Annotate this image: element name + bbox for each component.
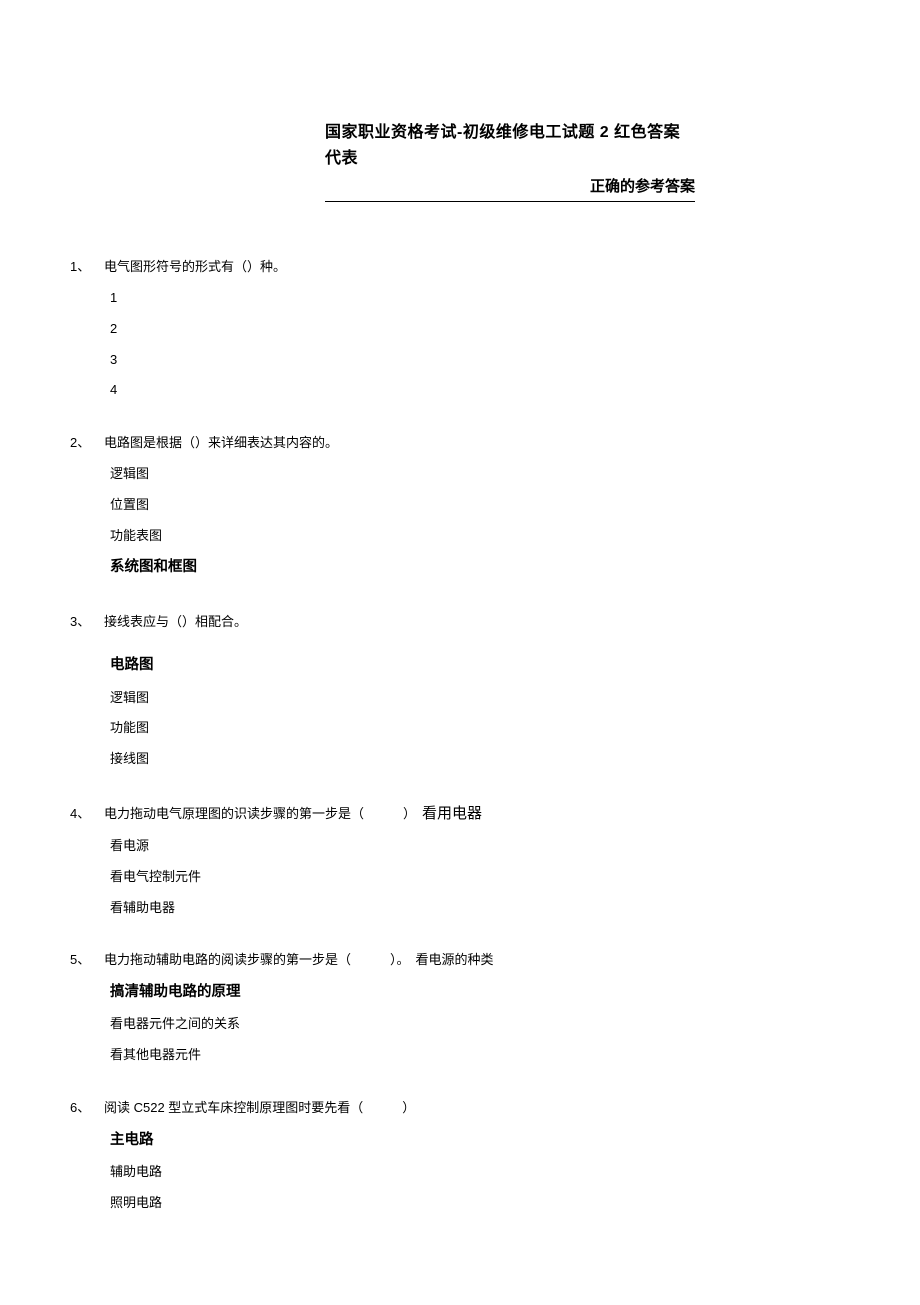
question-text: 电气图形符号的形式有（）种。: [104, 257, 286, 278]
option: 2: [110, 319, 850, 340]
option: 功能图: [110, 718, 850, 739]
option: 功能表图: [110, 526, 850, 547]
options-list: 电路图 逻辑图 功能图 接线图: [110, 654, 850, 770]
option: 接线图: [110, 749, 850, 770]
question-text: 电力拖动辅助电路的阅读步骤的第一步是（ ）。: [104, 950, 410, 971]
options-list: 逻辑图 位置图 功能表图 系统图和框图: [110, 464, 850, 580]
inline-option: 看用电器: [422, 802, 482, 826]
option: 看电气控制元件: [110, 867, 850, 888]
option: 逻辑图: [110, 688, 850, 709]
option: 看电源: [110, 836, 850, 857]
options-list: 主电路 辅助电路 照明电路: [110, 1129, 850, 1214]
title-line-1: 国家职业资格考试-初级维修电工试题 2 红色答案代表: [325, 120, 695, 171]
question-6: 6、 阅读 C522 型立式车床控制原理图时要先看（ ） 主电路 辅助电路 照明…: [70, 1098, 850, 1214]
option: 看其他电器元件: [110, 1045, 850, 1066]
option: 照明电路: [110, 1193, 850, 1214]
option-correct: 主电路: [110, 1129, 850, 1152]
option: 辅助电路: [110, 1162, 850, 1183]
option-correct: 系统图和框图: [110, 556, 850, 579]
question-2: 2、 电路图是根据（）来详细表达其内容的。 逻辑图 位置图 功能表图 系统图和框…: [70, 433, 850, 579]
options-list: 1 2 3 4: [110, 288, 850, 401]
question-3: 3、 接线表应与（）相配合。 电路图 逻辑图 功能图 接线图: [70, 612, 850, 770]
question-number: 6、: [70, 1098, 104, 1119]
option: 看电器元件之间的关系: [110, 1014, 850, 1035]
question-4: 4、 电力拖动电气原理图的识读步骤的第一步是（ ） 看用电器 看电源 看电气控制…: [70, 802, 850, 918]
option: 3: [110, 350, 850, 371]
option: 1: [110, 288, 850, 309]
question-text: 电力拖动电气原理图的识读步骤的第一步是（ ）: [104, 804, 416, 825]
option: 位置图: [110, 495, 850, 516]
question-number: 1、: [70, 257, 104, 278]
question-number: 5、: [70, 950, 104, 971]
question-text: 接线表应与（）相配合。: [104, 612, 247, 633]
option: 逻辑图: [110, 464, 850, 485]
question-number: 3、: [70, 612, 104, 633]
question-text: 阅读 C522 型立式车床控制原理图时要先看（ ）: [104, 1098, 415, 1119]
question-text: 电路图是根据（）来详细表达其内容的。: [104, 433, 338, 454]
options-list: 搞清辅助电路的原理 看电器元件之间的关系 看其他电器元件: [110, 981, 850, 1066]
exam-title: 国家职业资格考试-初级维修电工试题 2 红色答案代表 正确的参考答案: [325, 120, 695, 202]
options-list: 看电源 看电气控制元件 看辅助电器: [110, 836, 850, 918]
inline-option: 看电源的种类: [416, 950, 494, 971]
question-1: 1、 电气图形符号的形式有（）种。 1 2 3 4: [70, 257, 850, 401]
option: 4: [110, 380, 850, 401]
option-correct: 电路图: [110, 654, 850, 677]
title-line-2: 正确的参考答案: [325, 175, 695, 202]
question-number: 2、: [70, 433, 104, 454]
option-correct: 搞清辅助电路的原理: [110, 981, 850, 1004]
question-number: 4、: [70, 804, 104, 825]
question-5: 5、 电力拖动辅助电路的阅读步骤的第一步是（ ）。 看电源的种类 搞清辅助电路的…: [70, 950, 850, 1066]
option: 看辅助电器: [110, 898, 850, 919]
